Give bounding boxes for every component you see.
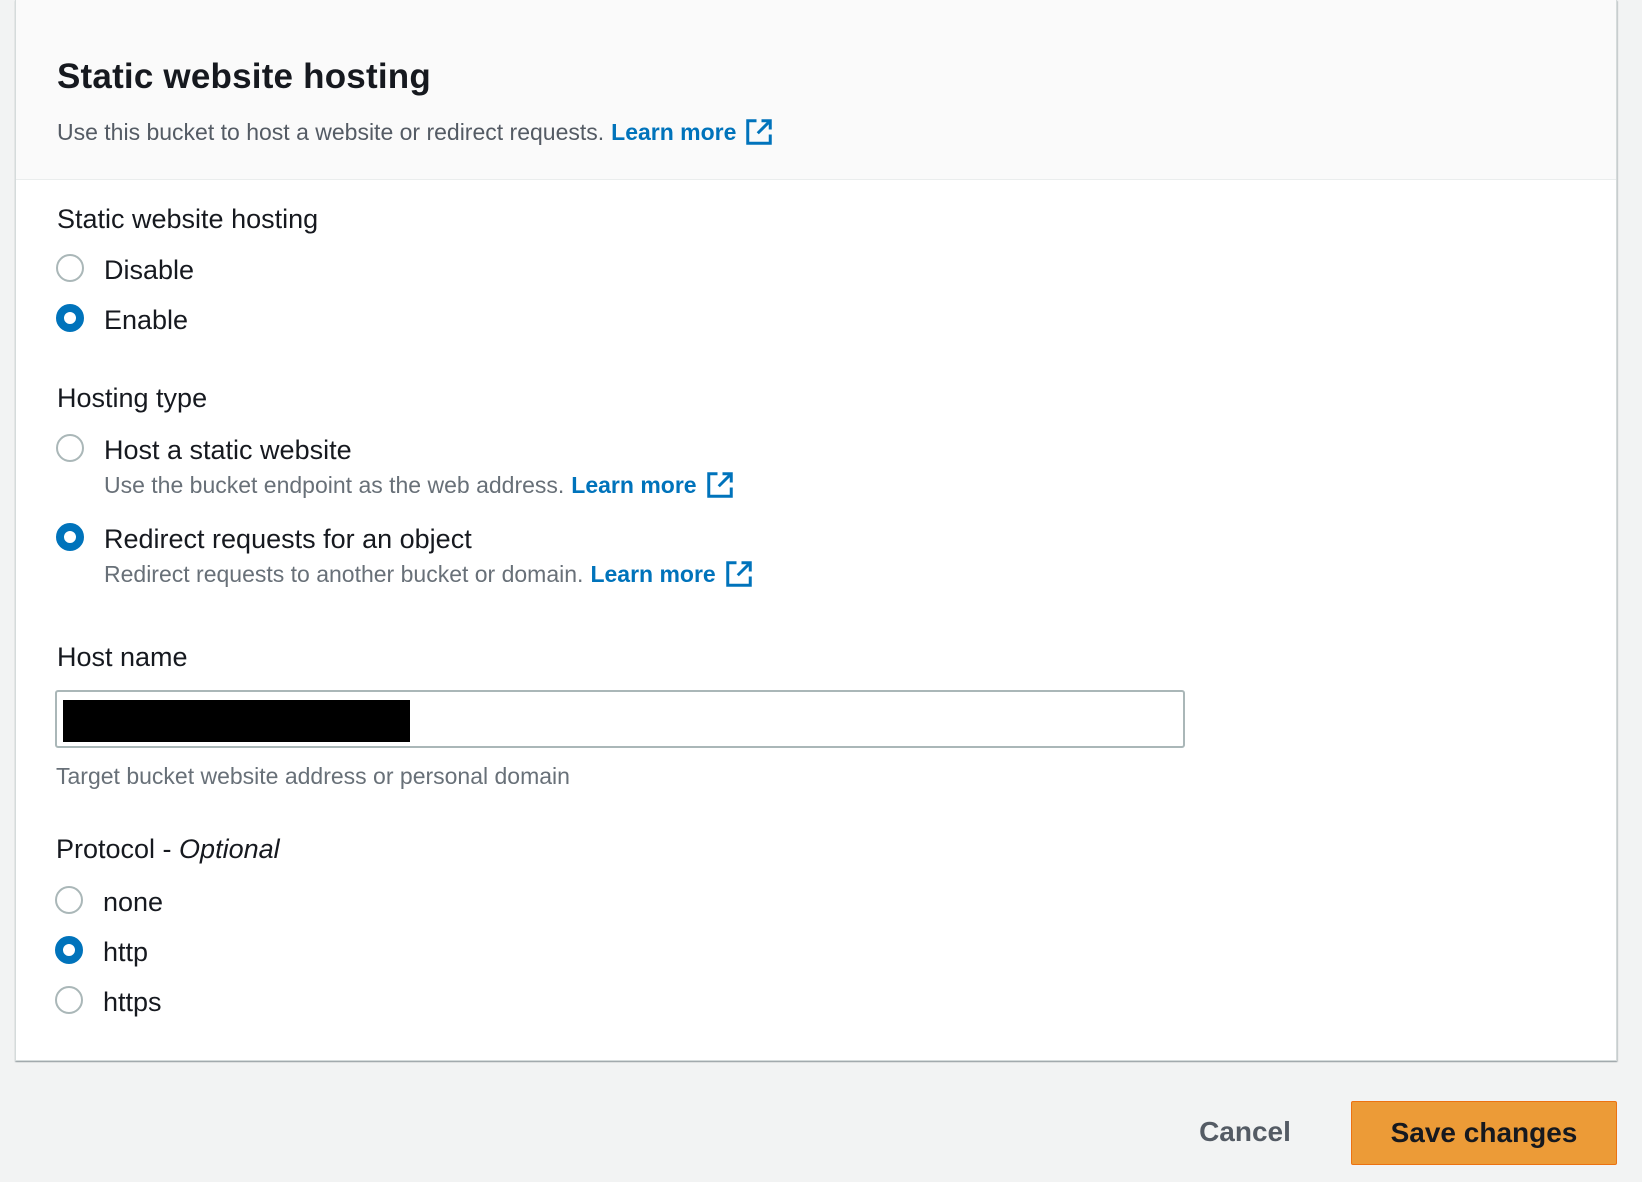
- redacted-value: [63, 700, 410, 742]
- host-name-input[interactable]: [55, 690, 1185, 748]
- static-website-hosting-panel: Static website hosting Use this bucket t…: [15, 0, 1617, 1061]
- radio-protocol-http[interactable]: http: [55, 936, 148, 968]
- panel-title: Static website hosting: [57, 57, 431, 96]
- radio-protocol-http-circle[interactable]: [55, 936, 83, 964]
- radio-protocol-none-circle[interactable]: [55, 886, 83, 914]
- save-changes-button[interactable]: Save changes: [1351, 1101, 1617, 1165]
- cancel-button[interactable]: Cancel: [1185, 1101, 1305, 1163]
- radio-redirect-requests-circle[interactable]: [56, 523, 84, 551]
- hosting-label: Static website hosting: [57, 204, 319, 234]
- radio-enable[interactable]: Enable: [56, 304, 188, 336]
- radio-host-static-website-label: Host a static website: [104, 435, 352, 465]
- protocol-label: Protocol - Optional: [56, 833, 280, 865]
- external-link-icon[interactable]: [705, 470, 735, 500]
- radio-protocol-https-label: https: [103, 987, 162, 1017]
- radio-disable[interactable]: Disable: [56, 254, 194, 286]
- host-name-label: Host name: [57, 642, 188, 672]
- radio-host-static-website-description: Use the bucket endpoint as the web addre…: [104, 470, 735, 500]
- radio-protocol-none-label: none: [103, 887, 164, 917]
- external-link-icon[interactable]: [744, 117, 774, 147]
- external-link-icon[interactable]: [724, 559, 754, 589]
- radio-protocol-https[interactable]: https: [55, 986, 162, 1018]
- radio-host-static-website-circle[interactable]: [56, 434, 84, 462]
- radio-protocol-http-label: http: [103, 937, 149, 967]
- radio-disable-circle[interactable]: [56, 254, 84, 282]
- learn-more-link[interactable]: Learn more: [571, 471, 696, 499]
- radio-host-static-website[interactable]: Host a static website Use the bucket end…: [56, 434, 735, 500]
- panel-header: Static website hosting Use this bucket t…: [16, 0, 1616, 180]
- protocol-label-text: Protocol -: [56, 834, 180, 864]
- radio-enable-label: Enable: [104, 305, 189, 335]
- learn-more-link[interactable]: Learn more: [611, 118, 736, 146]
- protocol-optional: Optional: [179, 834, 280, 864]
- radio-disable-label: Disable: [104, 255, 195, 285]
- radio-redirect-requests-description: Redirect requests to another bucket or d…: [104, 559, 754, 589]
- radio-redirect-requests-label: Redirect requests for an object: [104, 524, 472, 554]
- host-name-hint: Target bucket website address or persona…: [56, 763, 570, 789]
- panel-description-text: Use this bucket to host a website or red…: [57, 119, 605, 145]
- radio-protocol-https-circle[interactable]: [55, 986, 83, 1014]
- panel-description: Use this bucket to host a website or red…: [57, 117, 1616, 147]
- learn-more-link[interactable]: Learn more: [590, 560, 715, 588]
- radio-protocol-none[interactable]: none: [55, 886, 163, 918]
- radio-redirect-requests[interactable]: Redirect requests for an object Redirect…: [56, 523, 754, 589]
- radio-enable-circle[interactable]: [56, 304, 84, 332]
- hosting-type-label: Hosting type: [57, 383, 208, 413]
- host-static-description-text: Use the bucket endpoint as the web addre…: [104, 472, 565, 498]
- redirect-description-text: Redirect requests to another bucket or d…: [104, 561, 584, 587]
